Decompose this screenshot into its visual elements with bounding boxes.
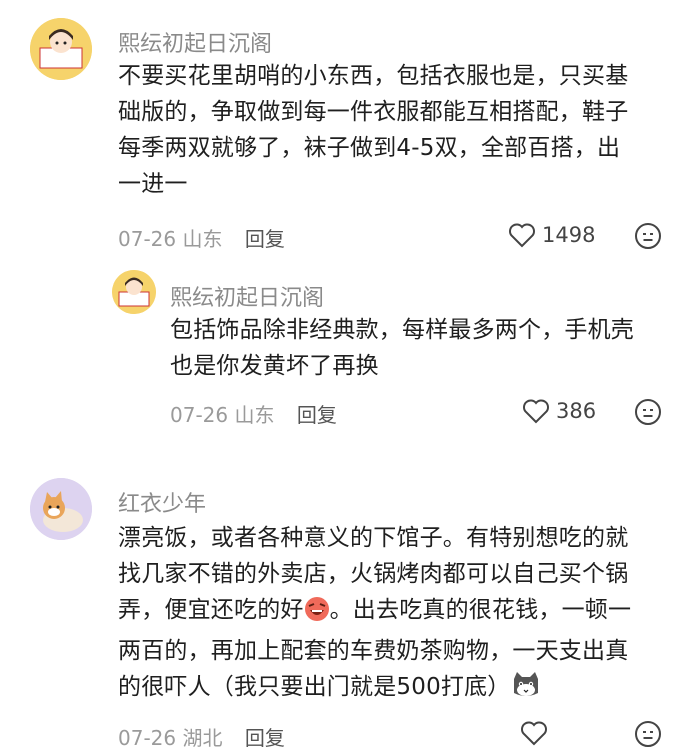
dislike-button[interactable] <box>634 222 662 254</box>
comment-text-span: 。出去吃真的很花钱，一顿一 <box>329 597 632 623</box>
like-button[interactable]: 1498 <box>508 222 595 248</box>
comment-line: 包括饰品除非经典款，每样最多两个，手机壳 <box>170 317 634 343</box>
like-count: 386 <box>556 399 597 423</box>
like-button[interactable]: 386 <box>522 398 596 424</box>
neutral-face-icon <box>635 721 661 747</box>
comment-text: 漂亮饭，或者各种意义的下馆子。有特别想吃的就 找几家不错的外卖店，火锅烤肉都可以… <box>118 520 678 710</box>
comment-line: 漂亮饭，或者各种意义的下馆子。有特别想吃的就 <box>118 525 629 551</box>
username[interactable]: 红衣少年 <box>118 486 206 518</box>
neutral-face-icon <box>635 223 661 249</box>
cat-face-emoji <box>511 671 541 710</box>
reply-button[interactable]: 回复 <box>245 726 285 750</box>
comment-line: 弄，便宜还吃的好 。出去吃真的很花钱，一顿一 <box>118 592 678 633</box>
avatar-girl-icon <box>112 270 156 314</box>
dislike-button[interactable] <box>634 398 662 430</box>
comment-meta: 07-26 山东 回复 <box>170 399 337 428</box>
avatar-girl-icon <box>30 18 92 80</box>
comment-text: 不要买花里胡哨的小东西，包括衣服也是，只买基 础版的，争取做到每一件衣服都能互相… <box>118 58 678 202</box>
comment-location: 山东 <box>182 227 223 251</box>
avatar-cat-icon <box>30 478 92 540</box>
comment-line: 不要买花里胡哨的小东西，包括衣服也是，只买基 <box>118 63 629 89</box>
avatar[interactable] <box>30 18 92 80</box>
comment-text-span: 弄，便宜还吃的好 <box>118 597 304 623</box>
dislike-button[interactable] <box>634 720 662 752</box>
like-count: 1498 <box>542 223 596 247</box>
comment-meta: 07-26 山东 回复 <box>118 223 285 252</box>
comment-date: 07-26 <box>118 726 177 750</box>
like-button[interactable] <box>520 720 548 746</box>
comment-line: 础版的，争取做到每一件衣服都能互相搭配，鞋子 <box>118 99 629 125</box>
comment-date: 07-26 <box>118 227 177 251</box>
heart-outline-icon <box>509 223 535 248</box>
heart-outline-icon <box>523 399 549 424</box>
reply-button[interactable]: 回复 <box>297 403 337 427</box>
comment-text-span: 的很吓人（我只要出门就是500打底） <box>118 674 511 700</box>
comment-meta: 07-26 湖北 回复 <box>118 722 285 751</box>
comment-location: 湖北 <box>182 726 223 750</box>
avatar[interactable] <box>30 478 92 540</box>
comment-line: 两百的，再加上配套的车费奶茶购物，一天支出真 <box>118 638 629 664</box>
comment-line: 每季两双就够了，袜子做到4-5双，全部百搭，出 <box>118 135 621 161</box>
comment-line: 也是你发黄坏了再换 <box>170 353 379 379</box>
reply-button[interactable]: 回复 <box>245 227 285 251</box>
username[interactable]: 熙纭初起日沉阁 <box>118 26 272 58</box>
comment-location: 山东 <box>234 403 275 427</box>
comment-text: 包括饰品除非经典款，每样最多两个，手机壳 也是你发黄坏了再换 <box>170 312 670 384</box>
heart-outline-icon <box>521 721 547 746</box>
username[interactable]: 熙纭初起日沉阁 <box>170 280 324 312</box>
comment-line: 的很吓人（我只要出门就是500打底） <box>118 669 678 710</box>
comment-date: 07-26 <box>170 403 229 427</box>
comment-line: 找几家不错的外卖店，火锅烤肉都可以自己买个锅 <box>118 561 629 587</box>
avatar[interactable] <box>112 270 156 314</box>
comment-line: 一进一 <box>118 171 188 197</box>
neutral-face-icon <box>635 399 661 425</box>
laughing-face-emoji <box>304 596 330 633</box>
